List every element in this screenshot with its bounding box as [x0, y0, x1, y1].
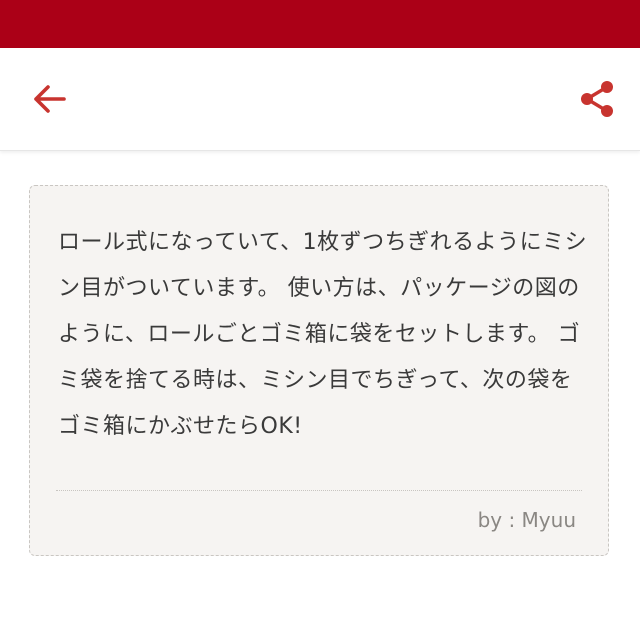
card-divider — [56, 490, 582, 491]
share-icon — [581, 81, 613, 117]
arrow-left-icon — [34, 85, 66, 113]
app-bar — [0, 48, 640, 151]
status-bar — [0, 0, 640, 48]
comment-card: ロール式になっていて、1枚ずつちぎれるようにミシン目がついています。 使い方は、… — [29, 185, 609, 556]
back-button[interactable] — [26, 78, 72, 120]
author-credit: by : Myuu — [477, 508, 576, 532]
comment-text: ロール式になっていて、1枚ずつちぎれるようにミシン目がついています。 使い方は、… — [58, 230, 588, 439]
share-button[interactable] — [574, 76, 620, 122]
